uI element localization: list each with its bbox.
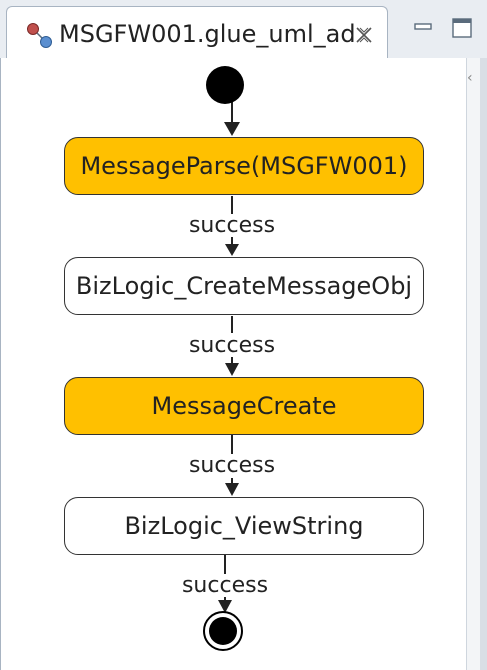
final-node[interactable] bbox=[200, 608, 246, 654]
edge-label: success bbox=[181, 573, 269, 598]
edge-label: success bbox=[188, 213, 276, 238]
activity-diagram-icon bbox=[27, 23, 52, 48]
action-node-create-message-obj[interactable]: BizLogic_CreateMessageObj bbox=[64, 257, 424, 315]
minimize-icon[interactable] bbox=[412, 16, 434, 38]
close-icon[interactable] bbox=[351, 22, 377, 48]
action-node-message-parse[interactable]: MessageParse(MSGFW001) bbox=[64, 137, 424, 195]
maximize-icon[interactable] bbox=[450, 16, 474, 40]
vertical-scrollbar[interactable] bbox=[480, 58, 487, 670]
palette-collapse-strip[interactable] bbox=[466, 58, 480, 670]
edge-label: success bbox=[188, 333, 276, 358]
action-node-view-string[interactable]: BizLogic_ViewString bbox=[64, 497, 424, 555]
edge-label: success bbox=[188, 453, 276, 478]
editor-tab-bar: MSGFW001.glue_uml_ad bbox=[0, 0, 487, 58]
editor-tab[interactable]: MSGFW001.glue_uml_ad bbox=[6, 6, 388, 58]
expand-palette-icon[interactable]: ‹ bbox=[467, 70, 473, 86]
initial-node[interactable] bbox=[202, 62, 248, 108]
action-node-message-create[interactable]: MessageCreate bbox=[64, 377, 424, 435]
editor-tab-title: MSGFW001.glue_uml_ad bbox=[59, 20, 356, 48]
